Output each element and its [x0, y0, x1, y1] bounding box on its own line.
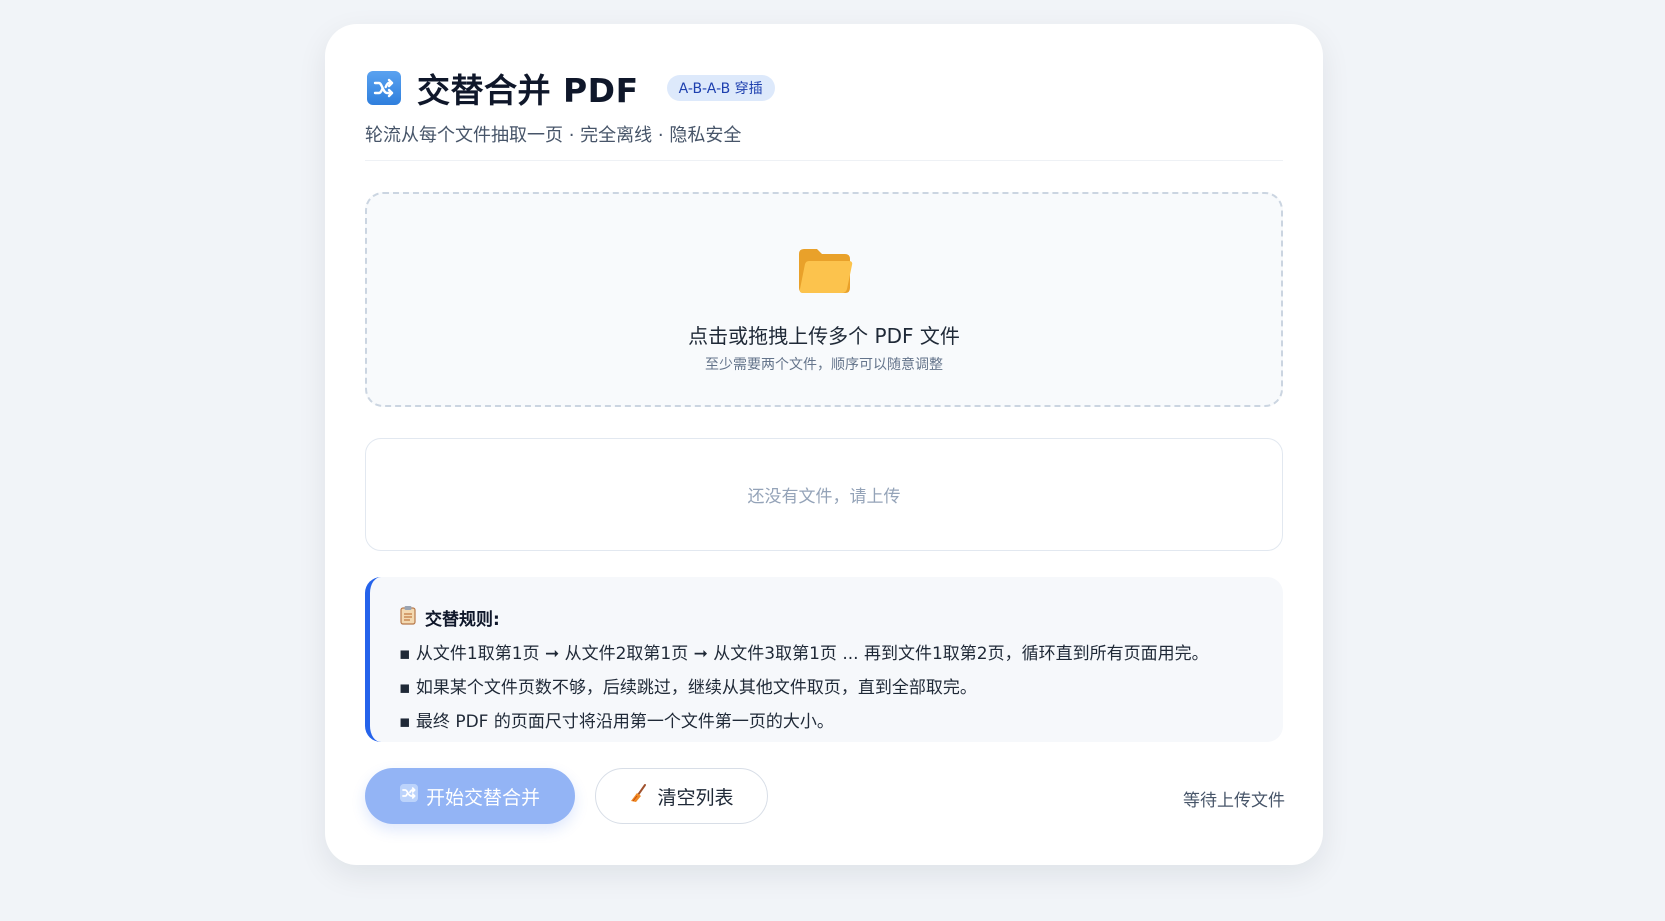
folder-icon — [797, 246, 853, 300]
page-title: 交替合并 PDF — [417, 71, 639, 110]
upload-dropzone[interactable]: 点击或拖拽上传多个 PDF 文件 至少需要两个文件，顺序可以随意调整 — [365, 192, 1283, 407]
rules-panel: 交替规则: ▪ 从文件1取第1页 ➞ 从文件2取第1页 ➞ 从文件3取第1页 .… — [365, 577, 1283, 742]
start-merge-button[interactable]: 开始交替合并 — [365, 768, 575, 824]
file-list-empty-text: 还没有文件，请上传 — [747, 487, 901, 507]
title-row: 交替合并 PDF A-B-A-B 穿插 — [365, 66, 1283, 110]
header: 交替合并 PDF A-B-A-B 穿插 轮流从每个文件抽取一页 · 完全离线 ·… — [365, 66, 1283, 147]
mode-badge: A-B-A-B 穿插 — [666, 75, 775, 101]
shuffle-icon — [399, 784, 418, 808]
clear-list-button[interactable]: 清空列表 — [595, 768, 768, 824]
main-card: 交替合并 PDF A-B-A-B 穿插 轮流从每个文件抽取一页 · 完全离线 ·… — [325, 24, 1323, 865]
rule-line-3: ▪ 最终 PDF 的页面尺寸将沿用第一个文件第一页的大小。 — [399, 712, 834, 732]
shuffle-icon — [367, 71, 401, 105]
status-text: 等待上传文件 — [1183, 791, 1285, 811]
file-list: 还没有文件，请上传 — [365, 438, 1283, 551]
header-divider — [365, 160, 1283, 161]
start-merge-label: 开始交替合并 — [425, 787, 540, 809]
dropzone-hint: 至少需要两个文件，顺序可以随意调整 — [705, 357, 943, 373]
clear-list-label: 清空列表 — [657, 787, 734, 809]
dropzone-title: 点击或拖拽上传多个 PDF 文件 — [688, 324, 960, 348]
page-subtitle: 轮流从每个文件抽取一页 · 完全离线 · 隐私安全 — [365, 125, 742, 146]
rule-line-2: ▪ 如果某个文件页数不够，后续跳过，继续从其他文件取页，直到全部取完。 — [399, 678, 977, 698]
rules-heading-text: 交替规则: — [425, 610, 500, 630]
rules-heading: 交替规则: — [399, 605, 1283, 630]
broom-icon — [629, 783, 649, 809]
rule-line-1: ▪ 从文件1取第1页 ➞ 从文件2取第1页 ➞ 从文件3取第1页 ... 再到文… — [399, 644, 1209, 664]
clipboard-icon — [399, 605, 417, 630]
